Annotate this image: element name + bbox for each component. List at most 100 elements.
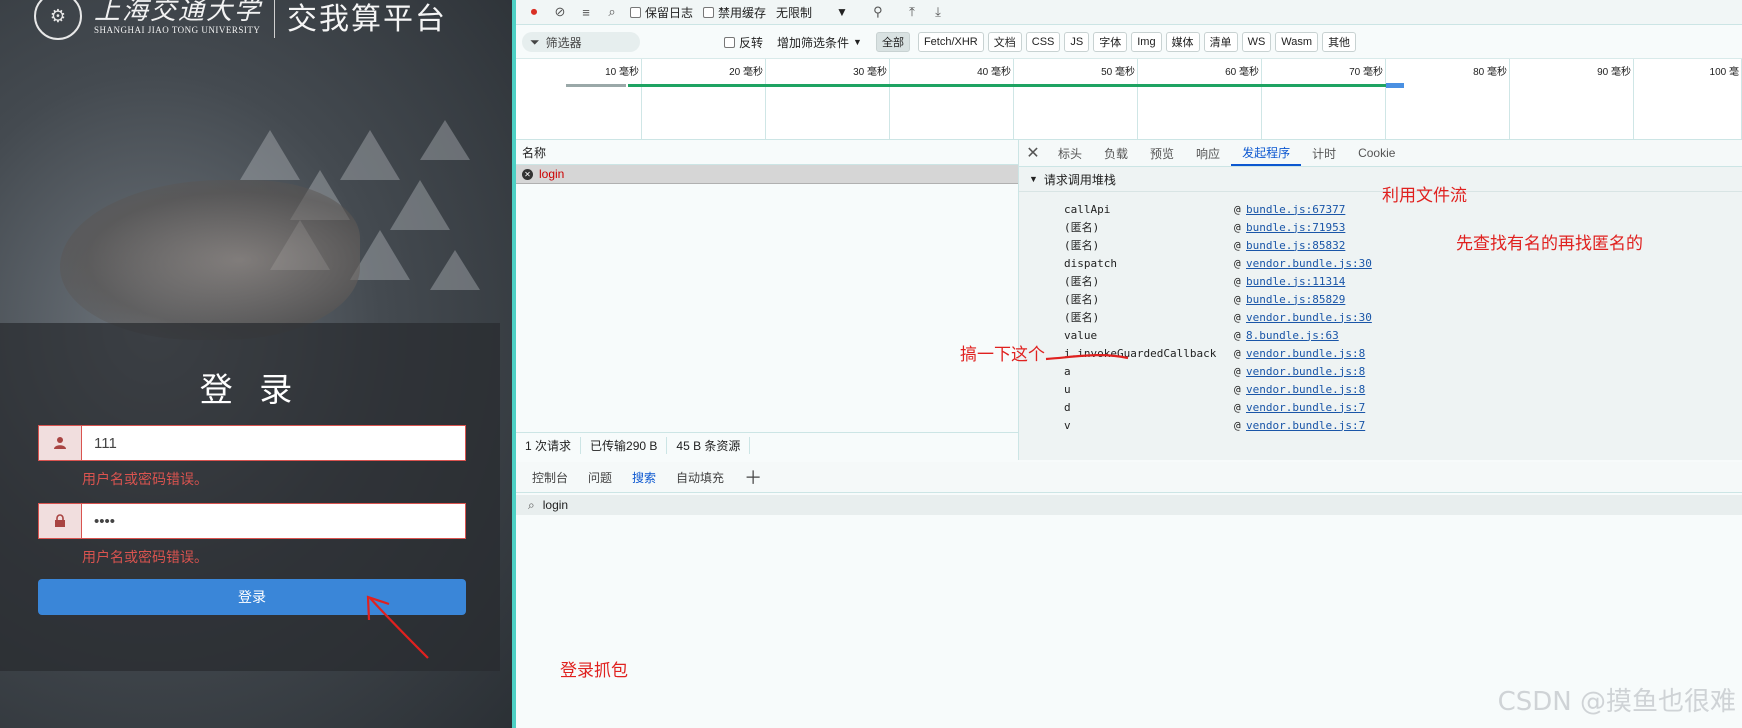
timeline-tick: 70 毫秒	[1349, 59, 1386, 139]
login-button[interactable]: 登录	[38, 579, 466, 615]
tab-payload[interactable]: 负载	[1093, 140, 1139, 166]
invert-checkbox[interactable]	[724, 36, 735, 48]
frame-location-link[interactable]: vendor.bundle.js:8	[1246, 383, 1365, 396]
frame-location-link[interactable]: bundle.js:11314	[1246, 275, 1345, 288]
type-chip-manifest[interactable]: 清单	[1203, 32, 1238, 52]
type-chip-media[interactable]: 媒体	[1165, 32, 1200, 52]
search-value[interactable]: login	[543, 498, 568, 512]
frame-location-link[interactable]: bundle.js:85832	[1246, 239, 1345, 252]
timeline-tick-label: 40 毫秒	[977, 67, 1011, 78]
type-chip-font[interactable]: 字体	[1093, 32, 1128, 52]
type-chip-ws[interactable]: WS	[1241, 32, 1272, 52]
waterfall-bar-request	[628, 84, 1396, 87]
clear-icon[interactable]: ⊘	[552, 4, 568, 20]
type-chip-img[interactable]: Img	[1131, 32, 1162, 52]
tab-headers[interactable]: 标头	[1047, 140, 1093, 166]
password-value[interactable]: ••••	[82, 504, 465, 538]
at-symbol: @	[1234, 328, 1241, 342]
call-stack-section-header[interactable]: ▼ 请求调用堆栈	[1019, 167, 1742, 192]
university-name-en: SHANGHAI JIAO TONG UNIVERSITY	[94, 25, 261, 35]
more-filters-label: 增加筛选条件	[777, 35, 850, 50]
frame-location-link[interactable]: 8.bundle.js:63	[1246, 329, 1339, 342]
stack-frame: dispatch @ vendor.bundle.js:30	[1064, 253, 1372, 273]
add-tab-icon[interactable]: ＋	[734, 462, 772, 492]
timeline-tick: 40 毫秒	[977, 59, 1014, 139]
frame-location-link[interactable]: vendor.bundle.js:30	[1246, 311, 1372, 324]
frame-location-link[interactable]: bundle.js:67377	[1246, 203, 1345, 216]
export-har-icon[interactable]: ⤓	[930, 4, 946, 20]
filter-toggle-icon[interactable]: ≡	[578, 4, 594, 20]
stack-frame: (匿名) @ bundle.js:85832	[1064, 235, 1345, 255]
university-logo: ⚙ 上海交通大学 SHANGHAI JIAO TONG UNIVERSITY 交…	[34, 0, 447, 42]
request-list: 名称 ✕ login	[516, 140, 1019, 460]
more-filters-dropdown[interactable]: 增加筛选条件 ▼	[777, 34, 862, 51]
background-hand	[60, 180, 360, 340]
preserve-log-checkbox[interactable]	[630, 6, 641, 18]
tab-cookies[interactable]: Cookie	[1347, 140, 1406, 166]
username-value[interactable]: 111	[82, 426, 465, 460]
search-box[interactable]: ⌕ login	[516, 495, 1742, 515]
password-field[interactable]: ••••	[38, 503, 466, 539]
login-page: ⚙ 上海交通大学 SHANGHAI JIAO TONG UNIVERSITY 交…	[0, 0, 512, 728]
preserve-log-toggle[interactable]: 保留日志	[630, 4, 693, 21]
frame-function: i.invokeGuardedCallback	[1064, 346, 1217, 360]
frame-location-link[interactable]: vendor.bundle.js:8	[1246, 347, 1365, 360]
type-chip-css[interactable]: CSS	[1025, 32, 1061, 52]
frame-location-link[interactable]: bundle.js:85829	[1246, 293, 1345, 306]
invert-toggle[interactable]: 反转	[724, 34, 763, 51]
logo-separator	[274, 0, 276, 38]
import-har-icon[interactable]: ⤒	[904, 4, 920, 20]
request-detail-pane: ✕ 标头 负载 预览 响应 发起程序 计时 Cookie ▼ 请求调用堆栈 ca…	[1019, 140, 1742, 460]
tab-timing[interactable]: 计时	[1301, 140, 1347, 166]
drawer-tabs: 控制台 问题 搜索 自动填充 ＋	[516, 462, 1742, 493]
password-error: 用户名或密码错误。	[82, 550, 208, 566]
disable-cache-checkbox[interactable]	[703, 6, 715, 18]
filter-input[interactable]: ⏷ 筛选器	[522, 32, 640, 52]
drawer-tab-issues[interactable]: 问题	[578, 462, 622, 492]
type-chip-other[interactable]: 其他	[1322, 32, 1357, 52]
type-chip-wasm[interactable]: Wasm	[1275, 32, 1319, 52]
request-list-header[interactable]: 名称	[516, 140, 1018, 165]
timeline-tick: 20 毫秒	[729, 59, 766, 139]
frame-location-link[interactable]: vendor.bundle.js:8	[1246, 365, 1365, 378]
waterfall-overview[interactable]: 10 毫秒 20 毫秒 30 毫秒 40 毫秒 50 毫秒 60 毫秒 70 毫…	[516, 58, 1742, 140]
close-icon[interactable]: ✕	[1019, 140, 1047, 166]
request-count: 1 次请求	[516, 436, 582, 454]
record-stop-icon[interactable]: ⏺	[526, 4, 542, 20]
type-chip-js[interactable]: JS	[1064, 32, 1090, 52]
drawer-tab-autofill[interactable]: 自动填充	[666, 462, 734, 492]
frame-location-link[interactable]: vendor.bundle.js:7	[1246, 419, 1365, 432]
frame-function: a	[1064, 364, 1071, 378]
search-icon[interactable]: ⌕	[604, 4, 620, 20]
drawer-tab-search[interactable]: 搜索	[622, 462, 666, 492]
type-chip-all[interactable]: 全部	[875, 32, 910, 52]
throttle-select[interactable]: 无限制 ▼	[776, 4, 848, 21]
timeline-tick: 80 毫秒	[1473, 59, 1510, 139]
frame-location-link[interactable]: vendor.bundle.js:7	[1246, 401, 1365, 414]
timeline-tick: 60 毫秒	[1225, 59, 1262, 139]
tab-initiator[interactable]: 发起程序	[1231, 140, 1302, 166]
frame-location-link[interactable]: vendor.bundle.js:30	[1246, 257, 1372, 270]
column-name-header[interactable]: 名称	[522, 144, 546, 161]
frame-function: (匿名)	[1064, 293, 1100, 306]
username-field[interactable]: 111	[38, 425, 466, 461]
type-chip-doc[interactable]: 文档	[987, 32, 1022, 52]
network-conditions-icon[interactable]: ⚲	[870, 4, 886, 20]
tab-preview[interactable]: 预览	[1139, 140, 1185, 166]
annotation-file-stream: 利用文件流	[1382, 186, 1467, 206]
at-symbol: @	[1234, 382, 1241, 396]
call-stack-title: 请求调用堆栈	[1043, 172, 1116, 187]
frame-function: value	[1064, 328, 1098, 342]
tab-response[interactable]: 响应	[1185, 140, 1231, 166]
annotation-login-capture: 登录抓包	[560, 661, 628, 681]
frame-location-link[interactable]: bundle.js:71953	[1246, 221, 1345, 234]
at-symbol: @	[1234, 256, 1241, 270]
request-row[interactable]: ✕ login	[516, 165, 1018, 184]
disable-cache-toggle[interactable]: 禁用缓存	[703, 4, 766, 21]
timeline-tick: 50 毫秒	[1101, 59, 1138, 139]
drawer-tab-console[interactable]: 控制台	[522, 462, 578, 492]
type-chip-fetch-xhr[interactable]: Fetch/XHR	[917, 32, 984, 52]
frame-function: u	[1064, 382, 1071, 396]
university-name-cn: 上海交通大学	[94, 0, 263, 26]
frame-function: v	[1064, 418, 1071, 432]
